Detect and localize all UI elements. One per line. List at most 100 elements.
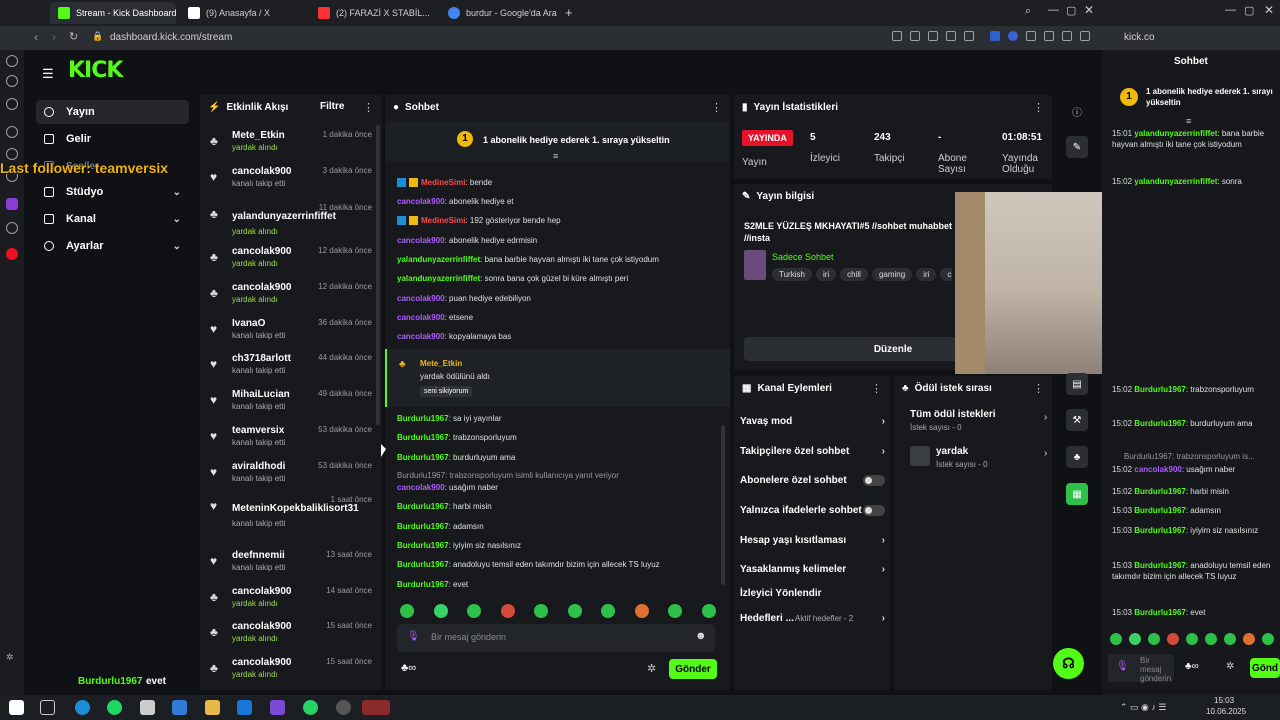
nav-ayarlar[interactable]: Ayarlar ⌄ — [36, 234, 189, 258]
rail-icon[interactable] — [6, 98, 18, 110]
emote-icon[interactable] — [1262, 633, 1274, 645]
extension-icon[interactable] — [910, 31, 920, 41]
chevron-right-icon[interactable]: › — [882, 564, 885, 575]
mic-icon[interactable]: 🎙 — [1116, 661, 1129, 672]
whatsapp-icon[interactable] — [303, 700, 318, 715]
popout-username[interactable]: Burdurlu1967 — [1134, 526, 1186, 535]
minimize2-icon[interactable]: — — [1225, 4, 1236, 16]
tab-x[interactable]: (9) Anasayfa / X — [180, 2, 306, 24]
tag[interactable]: gaming — [871, 268, 913, 281]
extension-icon[interactable] — [1026, 31, 1036, 41]
windows-start-icon[interactable] — [9, 700, 24, 715]
gear-icon[interactable]: ✲ — [1226, 661, 1234, 672]
toggle-switch[interactable] — [863, 475, 885, 486]
vscode-icon[interactable] — [172, 700, 187, 715]
emote-icon[interactable] — [1148, 633, 1160, 645]
popout-input[interactable]: 🎙 Bir mesaj gönderin — [1108, 654, 1174, 683]
chat-username[interactable]: yalandunyazerrinfiffet — [397, 274, 480, 283]
all-rewards[interactable]: Tüm ödül istekleri — [910, 409, 996, 420]
url-field[interactable]: dashboard.kick.com/stream — [110, 32, 232, 43]
event-item[interactable]: ♥ IvanaO kanalı takip etti 36 dakika önce — [200, 318, 380, 350]
channel-action-item[interactable]: Hesap yaşı kısıtlaması › — [740, 535, 885, 546]
emote-icon[interactable] — [701, 604, 716, 618]
expand-icon[interactable]: ≡ — [553, 151, 558, 161]
chat-username[interactable]: cancolak900 — [397, 483, 445, 492]
event-item[interactable]: ♣ cancolak900 yardak alındı 12 dakika önce — [200, 282, 380, 314]
new-tab-button[interactable]: + — [565, 5, 573, 20]
event-user[interactable]: cancolak900 — [232, 166, 292, 177]
search-icon[interactable]: ⌕ — [1025, 5, 1031, 18]
event-item[interactable]: ♥ cancolak900 kanalı takip etti 3 dakika ön… — [200, 166, 380, 198]
event-user[interactable]: Mete_Etkin — [232, 130, 285, 141]
event-item[interactable]: ♣ Mete_Etkin yardak alındı 1 dakika önce — [200, 130, 380, 162]
rail-icon[interactable] — [6, 148, 18, 160]
event-item[interactable]: ♣ cancolak900 yardak alındı 15 saat önce — [200, 657, 380, 689]
popout-username[interactable]: Burdurlu1967 — [1134, 385, 1186, 394]
settings-icon[interactable]: ✲ — [6, 652, 18, 664]
folder-icon[interactable] — [205, 700, 220, 715]
chat-username[interactable]: cancolak900 — [397, 332, 445, 341]
nav-gelir[interactable]: Gelir — [36, 127, 189, 151]
clapper-icon[interactable]: ▦ — [1066, 483, 1088, 505]
extension-icon[interactable] — [892, 31, 902, 41]
event-item[interactable]: ♥ MihaiLucian kanalı takip etti 49 dakika ö… — [200, 389, 380, 421]
extension-icon[interactable] — [990, 31, 1000, 41]
event-user[interactable]: cancolak900 — [232, 246, 292, 257]
clipboard-icon[interactable]: ▤ — [1066, 373, 1088, 395]
chat-username[interactable]: cancolak900 — [397, 197, 445, 206]
tag[interactable]: Turkish — [772, 268, 812, 281]
reward-tool-icon[interactable]: ♣ — [1066, 446, 1088, 468]
extension-icon[interactable] — [1044, 31, 1054, 41]
emote-icon[interactable] — [1243, 633, 1255, 645]
hamburger-icon[interactable]: ☰ — [42, 66, 54, 82]
download-icon[interactable] — [1062, 31, 1072, 41]
reward-item[interactable]: yardak — [936, 446, 968, 457]
close-icon[interactable]: ✕ — [1084, 3, 1094, 17]
tab-google[interactable]: burdur - Google'da Ara — [440, 2, 566, 24]
chat-username[interactable]: Burdurlu1967 — [397, 580, 449, 589]
points-icon[interactable]: ♣∞ — [1185, 661, 1199, 672]
chevron-right-icon[interactable]: › — [1044, 412, 1047, 423]
emote-icon[interactable] — [467, 604, 481, 618]
twitch-icon[interactable] — [6, 198, 18, 210]
chat-username[interactable]: Burdurlu1967 — [397, 541, 449, 550]
filter-button[interactable]: Filtre — [320, 101, 344, 112]
gear-icon[interactable]: ✲ — [647, 662, 656, 675]
channel-action-item[interactable]: Hedefleri ... Aktif hedefler - 2 › — [740, 613, 885, 624]
emote-icon[interactable] — [567, 604, 582, 618]
chat-username[interactable]: cancolak900 — [397, 236, 445, 245]
send-button[interactable]: Gönder — [669, 659, 717, 679]
event-user[interactable]: deefnnemii — [232, 550, 285, 561]
back-icon[interactable]: ‹ — [34, 30, 38, 44]
emote-icon[interactable] — [668, 604, 682, 618]
event-user[interactable]: cancolak900 — [232, 621, 292, 632]
pencil-icon[interactable]: ✎ — [1066, 136, 1088, 158]
expand-icon[interactable]: ≡ — [1186, 116, 1191, 126]
event-user[interactable]: MeteninKopekbaliklisort31 — [232, 503, 359, 514]
chat-username[interactable]: MedineSimi — [421, 178, 465, 187]
reload-icon[interactable]: ↻ — [69, 30, 78, 43]
rail-icon[interactable] — [6, 55, 18, 67]
nav-kanal[interactable]: Kanal ⌄ — [36, 207, 189, 231]
event-user[interactable]: MihaiLucian — [232, 389, 290, 400]
category-name[interactable]: Sadece Sohbet — [772, 252, 834, 262]
chevron-right-icon[interactable]: › — [882, 446, 885, 457]
extension-icon[interactable] — [1008, 31, 1018, 41]
menu-icon[interactable] — [1080, 31, 1090, 41]
chat-username[interactable]: yalandunyazerrinfiffet — [397, 255, 480, 264]
kick-logo[interactable]: KICK — [68, 58, 123, 83]
spotify-icon[interactable] — [107, 700, 122, 715]
info-icon[interactable]: ⓘ — [1066, 100, 1088, 122]
extension-icon[interactable] — [946, 31, 956, 41]
event-user[interactable]: aviraldhodi — [232, 461, 285, 472]
chat-username[interactable]: Burdurlu1967 — [397, 414, 449, 423]
popout-username[interactable]: cancolak900 — [1134, 465, 1182, 474]
maximize-icon[interactable]: ▢ — [1066, 4, 1076, 17]
close2-icon[interactable]: ✕ — [1264, 3, 1274, 17]
channel-action-item[interactable]: Yalnızca ifadelerle sohbet — [740, 505, 885, 516]
minimize-icon[interactable]: — — [1048, 4, 1059, 16]
event-item[interactable]: ♥ ch3718arlott kanalı takip etti 44 dakika … — [200, 353, 380, 385]
emote-icon[interactable] — [1129, 633, 1141, 645]
popout-username[interactable]: Burdurlu1967 — [1134, 608, 1186, 617]
tag[interactable]: chill — [840, 268, 868, 281]
